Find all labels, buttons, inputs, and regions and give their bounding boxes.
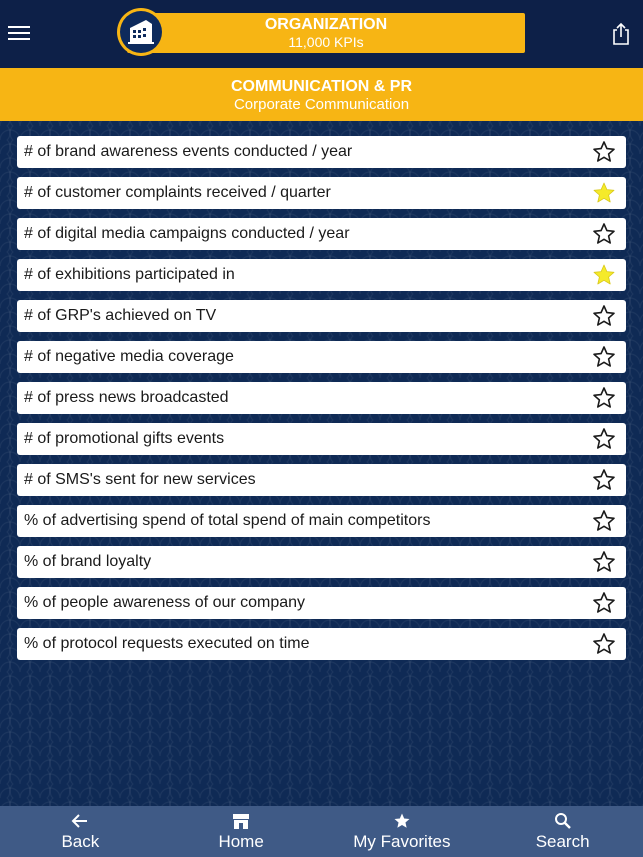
- kpi-row[interactable]: % of protocol requests executed on time: [17, 628, 626, 660]
- kpi-row[interactable]: # of exhibitions participated in: [17, 259, 626, 291]
- kpi-label: # of promotional gifts events: [24, 430, 225, 447]
- star-outline-icon[interactable]: [592, 345, 616, 369]
- kpi-label: # of customer complaints received / quar…: [24, 184, 331, 201]
- kpi-row[interactable]: # of customer complaints received / quar…: [17, 177, 626, 209]
- search-label: Search: [535, 832, 590, 851]
- search-button[interactable]: Search: [482, 806, 643, 857]
- kpi-label: # of press news broadcasted: [24, 389, 229, 406]
- organization-kpi-count: 11,000 KPIs: [288, 34, 364, 50]
- star-outline-icon[interactable]: [592, 386, 616, 410]
- organization-banner[interactable]: ORGANIZATION 11,000 KPIs: [127, 13, 525, 53]
- store-icon: [233, 814, 250, 829]
- favorites-button[interactable]: My Favorites: [322, 806, 483, 857]
- kpi-row[interactable]: % of people awareness of our company: [17, 587, 626, 619]
- home-button[interactable]: Home: [161, 806, 322, 857]
- star-outline-icon[interactable]: [592, 140, 616, 164]
- back-button[interactable]: Back: [0, 806, 161, 857]
- star-filled-icon[interactable]: [592, 263, 616, 287]
- star-outline-icon[interactable]: [592, 550, 616, 574]
- organization-title: ORGANIZATION: [264, 16, 388, 33]
- kpi-row[interactable]: % of brand loyalty: [17, 546, 626, 578]
- star-outline-icon[interactable]: [592, 427, 616, 451]
- kpi-row[interactable]: # of SMS's sent for new services: [17, 464, 626, 496]
- kpi-list: # of brand awareness events conducted / …: [17, 136, 626, 669]
- star-outline-icon[interactable]: [592, 222, 616, 246]
- menu-icon[interactable]: [8, 22, 30, 44]
- home-label: Home: [218, 832, 264, 851]
- top-bar: ORGANIZATION 11,000 KPIs: [0, 0, 643, 68]
- kpi-row[interactable]: % of advertising spend of total spend of…: [17, 505, 626, 537]
- favorites-label: My Favorites: [353, 832, 451, 851]
- bottom-navigation: Back Home My Favorites Search: [0, 806, 643, 857]
- kpi-label: # of exhibitions participated in: [24, 266, 235, 283]
- star-filled-icon[interactable]: [592, 181, 616, 205]
- kpi-row[interactable]: # of digital media campaigns conducted /…: [17, 218, 626, 250]
- kpi-label: # of SMS's sent for new services: [24, 471, 256, 488]
- arrow-left-icon: [71, 814, 88, 828]
- kpi-label: # of negative media coverage: [24, 348, 234, 365]
- building-icon[interactable]: [117, 8, 165, 56]
- star-outline-icon[interactable]: [592, 632, 616, 656]
- kpi-label: % of people awareness of our company: [24, 594, 306, 611]
- search-icon: [554, 813, 571, 829]
- star-outline-icon[interactable]: [592, 304, 616, 328]
- share-icon[interactable]: [611, 22, 631, 46]
- category-title: COMMUNICATION & PR: [230, 78, 413, 95]
- kpi-label: # of digital media campaigns conducted /…: [24, 225, 350, 242]
- star-outline-icon[interactable]: [592, 468, 616, 492]
- kpi-row[interactable]: # of GRP's achieved on TV: [17, 300, 626, 332]
- star-icon: [394, 813, 410, 828]
- kpi-row[interactable]: # of brand awareness events conducted / …: [17, 136, 626, 168]
- kpi-label: % of advertising spend of total spend of…: [24, 512, 431, 529]
- back-label: Back: [61, 832, 100, 851]
- kpi-row[interactable]: # of promotional gifts events: [17, 423, 626, 455]
- kpi-row[interactable]: # of press news broadcasted: [17, 382, 626, 414]
- category-header: COMMUNICATION & PR Corporate Communicati…: [0, 68, 643, 121]
- category-subtitle: Corporate Communication: [233, 96, 410, 113]
- kpi-row[interactable]: # of negative media coverage: [17, 341, 626, 373]
- kpi-label: # of brand awareness events conducted / …: [24, 143, 353, 160]
- star-outline-icon[interactable]: [592, 591, 616, 615]
- kpi-label: # of GRP's achieved on TV: [24, 307, 217, 324]
- star-outline-icon[interactable]: [592, 509, 616, 533]
- kpi-label: % of brand loyalty: [24, 553, 152, 570]
- kpi-label: % of protocol requests executed on time: [24, 635, 310, 652]
